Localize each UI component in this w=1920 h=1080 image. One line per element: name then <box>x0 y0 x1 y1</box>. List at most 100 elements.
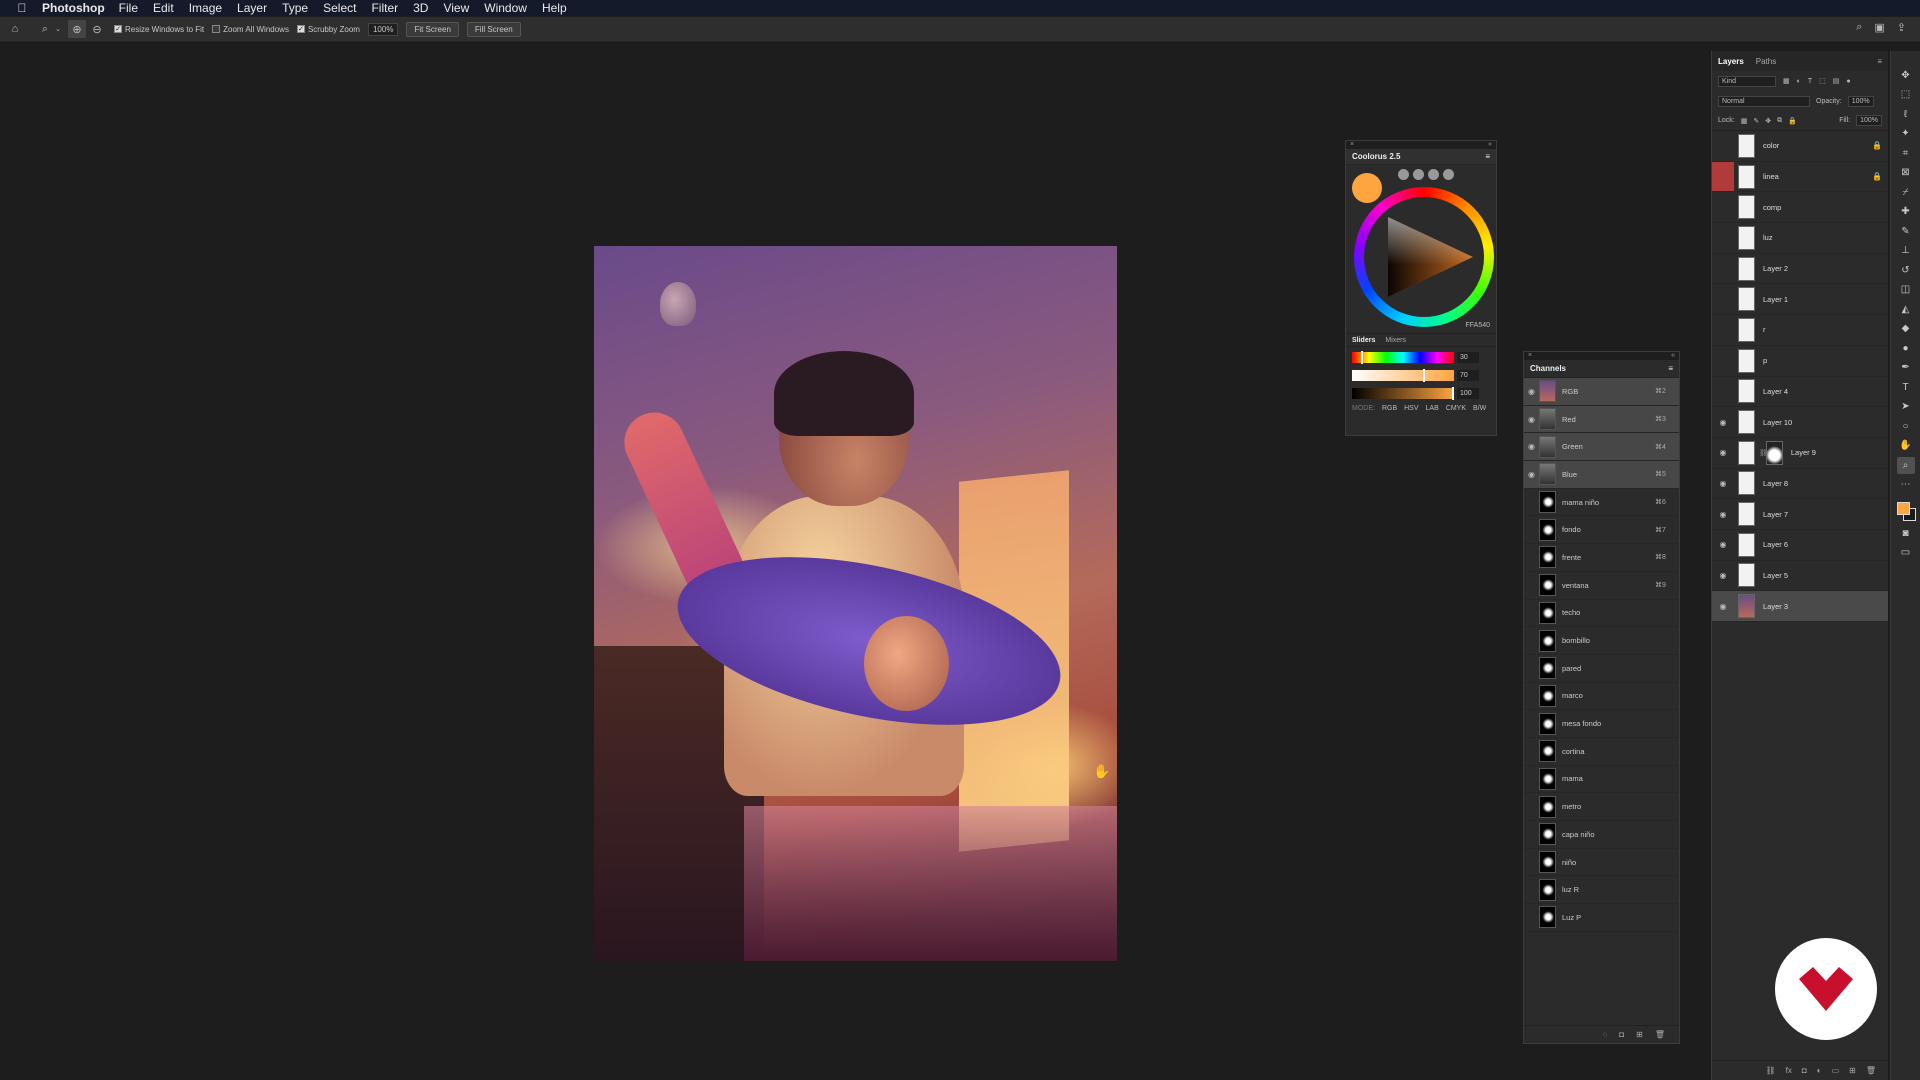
channel-row[interactable]: fondo ⌘7 <box>1524 516 1679 545</box>
magic-wand-tool-icon[interactable]: ✦ <box>1897 126 1915 143</box>
channel-row[interactable]: Luz P <box>1524 904 1679 932</box>
channel-row[interactable]: ventana ⌘9 <box>1524 572 1679 600</box>
menu-3d[interactable]: 3D <box>413 1 428 15</box>
lock-transparent-icon[interactable]: ▦ <box>1741 117 1748 125</box>
home-icon[interactable]: ⌂ <box>6 20 24 38</box>
eye-hidden-icon[interactable] <box>1712 131 1734 161</box>
path-selection-tool-icon[interactable]: ➤ <box>1897 399 1915 416</box>
channel-row[interactable]: mesa fondo <box>1524 710 1679 738</box>
layer-row[interactable]: ◉ Layer 7 <box>1712 499 1888 530</box>
collapse-icon[interactable]: « <box>1671 352 1675 360</box>
channel-row[interactable]: mama <box>1524 766 1679 794</box>
zoom-tool-icon[interactable]: ⌕ <box>1896 457 1915 474</box>
layer-row[interactable]: Layer 4 <box>1712 377 1888 408</box>
marquee-tool-icon[interactable]: ⬚ <box>1897 87 1915 104</box>
mode-rgb[interactable]: RGB <box>1382 405 1397 412</box>
screen-mode-icon[interactable]: ▭ <box>1897 545 1915 562</box>
menu-filter[interactable]: Filter <box>371 1 398 15</box>
hue-slider-bar[interactable] <box>1352 352 1454 363</box>
lock-artboard-icon[interactable]: ⧉ <box>1777 117 1782 125</box>
layer-row[interactable]: Layer 2 <box>1712 254 1888 285</box>
hand-tool-icon[interactable]: ✋ <box>1897 438 1915 455</box>
menu-help[interactable]: Help <box>542 1 567 15</box>
new-layer-icon[interactable]: ⊞ <box>1849 1066 1856 1075</box>
layer-row[interactable]: r <box>1712 315 1888 346</box>
color-swatches[interactable] <box>1895 500 1917 522</box>
document-canvas[interactable] <box>594 246 1117 961</box>
layer-mask-thumbnail[interactable] <box>1765 440 1783 465</box>
menu-photoshop[interactable]: Photoshop <box>42 1 105 15</box>
saturation-slider-bar[interactable] <box>1352 370 1454 381</box>
menu-type[interactable]: Type <box>282 1 308 15</box>
knob-icon[interactable] <box>1398 169 1409 180</box>
hue-value[interactable]: 30 <box>1457 352 1479 363</box>
panel-menu-icon[interactable]: ≡ <box>1877 57 1882 66</box>
type-tool-icon[interactable]: T <box>1897 379 1915 396</box>
filter-toggle-icon[interactable]: ● <box>1846 78 1850 85</box>
menu-image[interactable]: Image <box>189 1 222 15</box>
lock-brush-icon[interactable]: ✎ <box>1753 117 1759 125</box>
mode-cmyk[interactable]: CMYK <box>1446 405 1466 412</box>
brightness-value[interactable]: 100 <box>1457 388 1479 399</box>
channel-row[interactable]: frente ⌘8 <box>1524 544 1679 572</box>
stamp-tool-icon[interactable]: ⊥ <box>1897 243 1915 260</box>
hue-slider[interactable]: 30 <box>1352 349 1490 365</box>
saturation-value[interactable]: 70 <box>1457 370 1479 381</box>
zoom-in-icon[interactable]: ⊕ <box>68 20 86 38</box>
zoom-tool-icon[interactable]: ⌕ <box>36 20 54 38</box>
menu-layer[interactable]: Layer <box>237 1 267 15</box>
layer-row[interactable]: luz <box>1712 223 1888 254</box>
eye-hidden-icon[interactable] <box>1712 192 1734 222</box>
menu-file[interactable]: File <box>119 1 138 15</box>
tab-sliders[interactable]: Sliders <box>1352 337 1375 344</box>
eraser-tool-icon[interactable]: ◫ <box>1897 282 1915 299</box>
eye-hidden-icon[interactable] <box>1712 254 1734 284</box>
brightness-slider[interactable]: 100 <box>1352 385 1490 401</box>
add-mask-icon[interactable]: ◘ <box>1802 1066 1807 1075</box>
scrubby-zoom-checkbox[interactable]: ✓ Scrubby Zoom <box>296 25 360 34</box>
panel-menu-icon[interactable]: ≡ <box>1668 364 1673 373</box>
tab-paths[interactable]: Paths <box>1756 57 1776 66</box>
move-tool-icon[interactable]: ✥ <box>1897 67 1915 84</box>
channel-row[interactable]: luz R <box>1524 876 1679 905</box>
close-icon[interactable]: × <box>1528 352 1532 360</box>
eye-icon[interactable]: ◉ <box>1524 415 1539 424</box>
trash-icon[interactable]: 🗑 <box>1866 1066 1876 1075</box>
foreground-color-swatch[interactable] <box>1896 502 1910 515</box>
layer-row[interactable]: ◉ ⛓ Layer 9 <box>1712 438 1888 469</box>
load-selection-icon[interactable]: ◌ <box>1603 1030 1608 1039</box>
search-icon[interactable]: ⌕ <box>1856 21 1862 34</box>
menu-edit[interactable]: Edit <box>153 1 174 15</box>
layer-row[interactable]: ◉ Layer 3 <box>1712 591 1888 622</box>
menu-view[interactable]: View <box>443 1 469 15</box>
mode-lab[interactable]: LAB <box>1426 405 1439 412</box>
eye-icon[interactable]: ◉ <box>1524 442 1539 451</box>
opacity-field[interactable]: 100% <box>1847 95 1874 107</box>
history-brush-tool-icon[interactable]: ↺ <box>1897 262 1915 279</box>
pen-tool-icon[interactable]: ✒ <box>1897 360 1915 377</box>
shape-tool-icon[interactable]: ○ <box>1897 418 1915 435</box>
eyedropper-tool-icon[interactable]: ⌿ <box>1897 184 1915 201</box>
eye-icon[interactable]: ◉ <box>1524 470 1539 479</box>
share-icon[interactable]: ⇪ <box>1897 21 1906 34</box>
paint-bucket-tool-icon[interactable]: ◭ <box>1897 301 1915 318</box>
menu-window[interactable]: Window <box>484 1 527 15</box>
resize-windows-checkbox[interactable]: ✓ Resize Windows to Fit <box>114 25 204 34</box>
fill-field[interactable]: 100% <box>1856 115 1882 126</box>
new-channel-icon[interactable]: ⊞ <box>1636 1030 1643 1039</box>
knob-icon[interactable] <box>1413 169 1424 180</box>
eye-hidden-icon[interactable] <box>1712 346 1734 376</box>
layer-row[interactable]: p <box>1712 346 1888 377</box>
layer-row[interactable]: linea 🔒 <box>1712 161 1888 193</box>
crop-tool-icon[interactable]: ⌗ <box>1897 145 1915 162</box>
eye-icon[interactable]: ◉ <box>1712 499 1734 529</box>
channel-row[interactable]: metro <box>1524 793 1679 821</box>
eye-hidden-icon[interactable] <box>1712 161 1734 192</box>
channel-row[interactable]: ◉ RGB ⌘2 <box>1524 378 1679 406</box>
channel-row[interactable]: techo <box>1524 600 1679 628</box>
new-group-icon[interactable]: ▭ <box>1832 1066 1840 1075</box>
quick-mask-icon[interactable]: ◙ <box>1897 525 1915 542</box>
eye-icon[interactable]: ◉ <box>1712 438 1734 468</box>
zoom-out-icon[interactable]: ⊖ <box>88 20 106 38</box>
channel-row[interactable]: niño <box>1524 849 1679 877</box>
